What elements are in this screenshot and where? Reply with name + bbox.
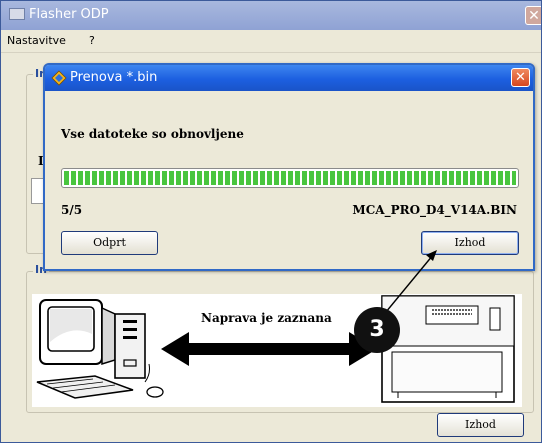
callout-number-badge: 3 <box>354 307 400 353</box>
device-detected-text: Naprava je zaznana <box>201 311 332 325</box>
main-exit-button[interactable]: Izhod <box>437 413 524 437</box>
close-icon[interactable]: ✕ <box>511 68 530 87</box>
double-arrow-icon <box>161 332 377 366</box>
status-message: Vse datoteke so obnovljene <box>61 127 244 141</box>
window-icon <box>9 8 25 20</box>
menu-item-settings[interactable]: Nastavitve <box>7 34 66 47</box>
dialog-exit-button[interactable]: Izhod <box>421 231 519 255</box>
main-titlebar[interactable]: Flasher ODP ✕ <box>1 1 541 30</box>
menu-item-help[interactable]: ? <box>89 34 95 47</box>
update-dialog: Prenova *.bin ✕ Vse datoteke so obnovlje… <box>43 63 535 271</box>
current-filename: MCA_PRO_D4_V14A.BIN <box>352 203 517 217</box>
progress-fill <box>64 171 516 185</box>
dialog-title: Prenova *.bin <box>70 70 158 85</box>
progress-bar <box>61 168 519 188</box>
file-count: 5/5 <box>61 203 83 217</box>
open-button[interactable]: Odprt <box>61 231 158 255</box>
menu-bar: Nastavitve ? <box>1 30 541 53</box>
computer-icon <box>36 299 164 399</box>
device-icon <box>381 295 515 403</box>
window-title: Flasher ODP <box>29 7 109 22</box>
dialog-logo-icon <box>51 70 67 86</box>
close-icon[interactable]: ✕ <box>525 6 541 25</box>
dialog-titlebar[interactable]: Prenova *.bin ✕ <box>45 65 533 91</box>
